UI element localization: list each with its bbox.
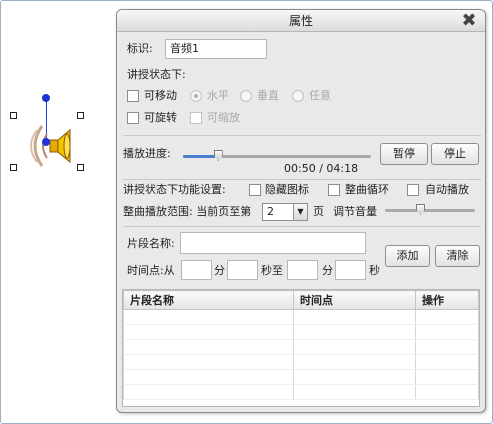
speaker-icon[interactable] <box>22 118 78 174</box>
end-minute-input[interactable] <box>287 260 318 280</box>
movable-checkbox[interactable] <box>127 90 139 102</box>
rotatable-checkbox[interactable] <box>127 112 139 124</box>
sec-to-label: 秒至 <box>261 264 283 277</box>
vertical-label: 垂直 <box>257 89 279 102</box>
page-suffix: 页 <box>313 205 324 218</box>
dialog-titlebar[interactable]: 属性 ✖ <box>117 10 485 32</box>
table-row <box>123 309 479 325</box>
horizontal-radio[interactable] <box>190 90 202 102</box>
autoplay-label: 自动播放 <box>425 183 469 196</box>
col-header-name[interactable]: 片段名称 <box>123 290 294 310</box>
table-row <box>123 324 479 340</box>
rotatable-label: 可旋转 <box>144 111 177 124</box>
hide-icon-checkbox[interactable] <box>249 184 261 196</box>
volume-thumb[interactable] <box>416 204 425 215</box>
horizontal-label: 水平 <box>207 89 229 102</box>
autoplay-checkbox[interactable] <box>407 184 419 196</box>
table-row <box>123 369 479 385</box>
dialog-title: 属性 <box>288 14 313 28</box>
page-select-value: 2 <box>267 205 274 218</box>
scalable-checkbox[interactable] <box>190 112 202 124</box>
page-select[interactable]: 2 ▼ <box>262 203 308 221</box>
vertical-radio[interactable] <box>240 90 252 102</box>
range-label: 整曲播放范围: 当前页至第 <box>123 205 252 218</box>
rotation-handle[interactable] <box>42 94 50 102</box>
connector-point[interactable] <box>42 138 50 146</box>
resize-handle-top-right[interactable] <box>77 112 84 119</box>
table-row <box>123 384 479 400</box>
hide-icon-label: 隐藏图标 <box>265 183 309 196</box>
any-label: 任意 <box>309 89 331 102</box>
scalable-label: 可缩放 <box>207 111 240 124</box>
col-header-action[interactable]: 操作 <box>415 290 479 310</box>
start-minute-input[interactable] <box>181 260 212 280</box>
minute-unit-2: 分 <box>322 264 333 277</box>
loop-label: 整曲循环 <box>345 183 389 196</box>
progress-fill <box>183 155 219 158</box>
col-header-time[interactable]: 时间点 <box>293 290 416 310</box>
segment-name-input[interactable] <box>180 232 366 254</box>
segment-name-label: 片段名称: <box>127 237 175 250</box>
any-radio[interactable] <box>292 90 304 102</box>
separator <box>123 135 481 136</box>
table-row <box>123 354 479 370</box>
loop-checkbox[interactable] <box>328 184 340 196</box>
second-unit: 秒 <box>369 264 380 277</box>
function-settings-label: 讲授状态下功能设置: <box>123 183 226 196</box>
volume-track[interactable] <box>385 209 475 212</box>
progress-label: 播放进度: <box>123 147 171 160</box>
segment-table: 片段名称 时间点 操作 <box>122 289 480 407</box>
resize-handle-bottom-left[interactable] <box>10 164 17 171</box>
separator <box>123 179 481 180</box>
minute-unit: 分 <box>214 264 225 277</box>
identity-input[interactable]: 音频1 <box>165 39 267 59</box>
progress-thumb[interactable] <box>213 150 223 161</box>
stop-button[interactable]: 停止 <box>431 143 479 165</box>
movable-label: 可移动 <box>144 89 177 102</box>
chevron-down-icon[interactable]: ▼ <box>293 204 307 220</box>
start-second-input[interactable] <box>227 260 258 280</box>
volume-label: 调节音量 <box>333 205 377 218</box>
resize-handle-bottom-right[interactable] <box>77 164 84 171</box>
add-button[interactable]: 添加 <box>385 245 430 267</box>
progress-track[interactable] <box>183 155 371 158</box>
time-display: 00:50 / 04:18 <box>284 162 359 175</box>
close-icon[interactable]: ✖ <box>459 11 479 31</box>
teaching-header: 讲授状态下: <box>127 68 186 81</box>
time-from-label: 时间点:从 <box>127 264 175 277</box>
clear-button[interactable]: 清除 <box>435 245 480 267</box>
properties-dialog: 属性 ✖ 标识: 音频1 讲授状态下: 可移动 水平 垂直 任意 可旋转 可缩放… <box>116 9 486 413</box>
separator <box>123 226 481 227</box>
table-row <box>123 339 479 355</box>
pause-button[interactable]: 暂停 <box>380 143 428 165</box>
identity-label: 标识: <box>127 42 153 55</box>
end-second-input[interactable] <box>335 260 366 280</box>
resize-handle-top-left[interactable] <box>10 112 17 119</box>
